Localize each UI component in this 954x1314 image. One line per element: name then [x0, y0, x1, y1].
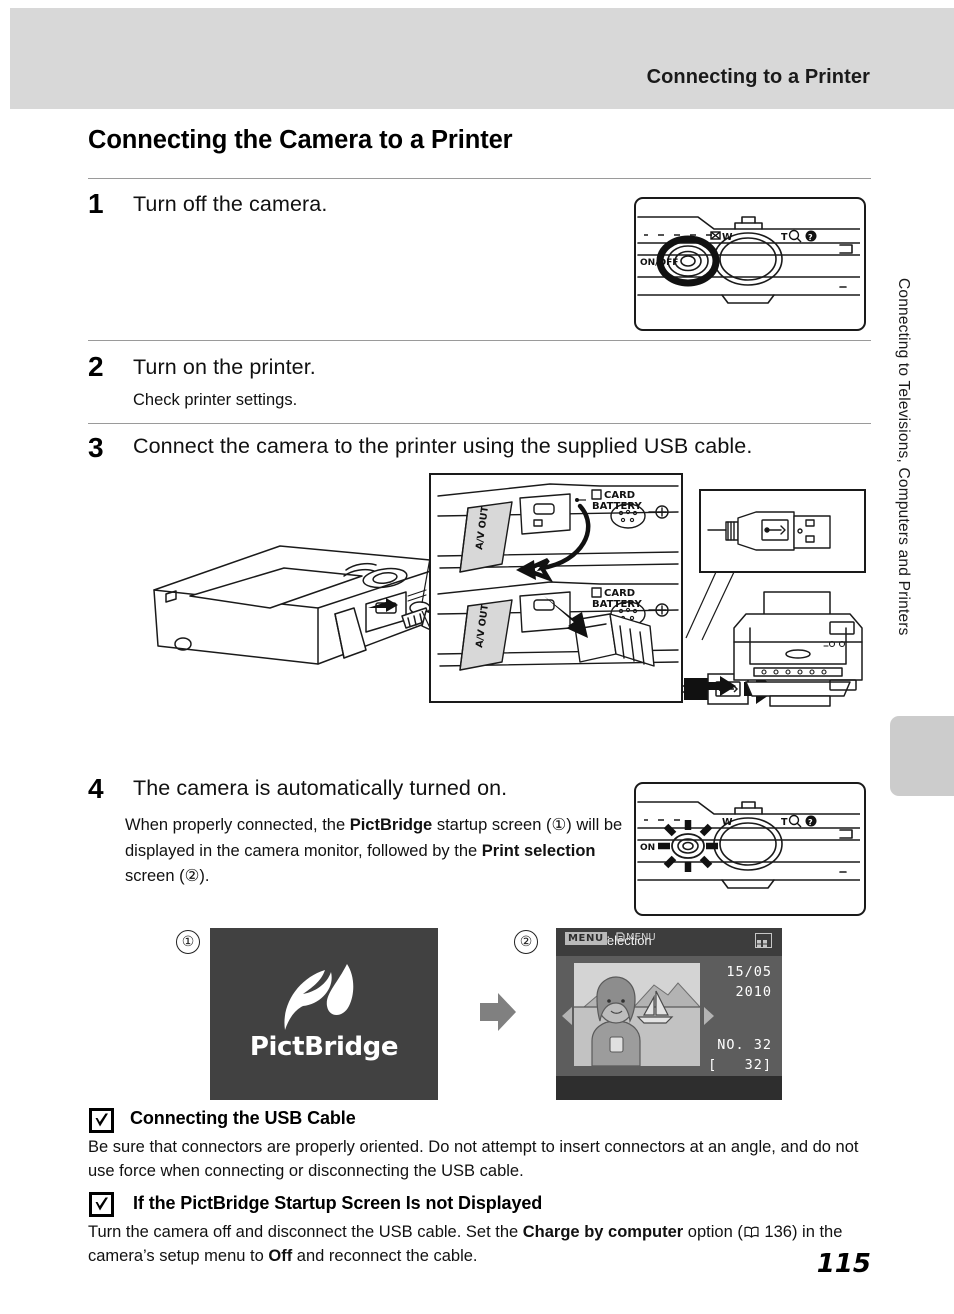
menu-separator: : [605, 932, 612, 945]
page-header-bar [10, 8, 954, 109]
note-1-heading: Connecting the USB Cable [130, 1108, 356, 1128]
pictbridge-startup-screen: PictBridge [210, 928, 438, 1100]
svg-text:T: T [781, 817, 788, 828]
photo-number: NO. 32[ 32] [708, 1037, 772, 1073]
pictbridge-wordmark: PictBridge [249, 1032, 399, 1062]
svg-text:CARD: CARD [604, 490, 635, 501]
print-menu-label[interactable]: MENU [615, 931, 656, 943]
step-2-body: Check printer settings. [133, 391, 298, 409]
running-title: Connecting to a Printer [646, 66, 870, 88]
svg-text:ON: ON [640, 843, 655, 853]
step-1-title: Turn off the camera. [133, 192, 328, 216]
step-4-number: 4 [88, 773, 104, 804]
svg-text:ON/OFF: ON/OFF [640, 258, 678, 268]
previous-image-arrow-icon[interactable] [562, 1007, 572, 1025]
step-2-title: Turn on the printer. [133, 355, 316, 379]
print-selection-screen: Print selection 15/05 2010 NO. 32 [32] … [556, 928, 782, 1100]
caution-check-icon [89, 1108, 114, 1133]
manual-page: Connecting to a Printer Connecting to Te… [0, 0, 954, 1314]
step-2-number: 2 [88, 351, 104, 382]
step-4-title: The camera is automatically turned on. [133, 776, 508, 800]
note-1-body: Be sure that connectors are properly ori… [88, 1138, 859, 1181]
svg-text:BATTERY: BATTERY [592, 501, 642, 512]
step-3-title: Connect the camera to the printer using … [133, 434, 753, 458]
step-4-body: When properly connected, the PictBridge … [125, 816, 623, 886]
menu-button-badge[interactable]: MENU [565, 932, 607, 945]
photo-date: 15/05 2010 [726, 964, 772, 1000]
page-title: Connecting the Camera to a Printer [88, 126, 513, 154]
note-2-heading: If the PictBridge Startup Screen Is not … [133, 1193, 543, 1213]
svg-text:T: T [781, 232, 788, 243]
step-1-number: 1 [88, 188, 104, 219]
caution-check-icon [89, 1192, 114, 1217]
usb-connection-diagram: CARD BATTERY A/V OUT CARD BATTERY A/V OU… [130, 468, 920, 760]
next-image-arrow-icon[interactable] [704, 1007, 714, 1025]
svg-text:W: W [722, 817, 733, 828]
photo-thumbnail[interactable] [574, 963, 700, 1066]
divider-rule [88, 423, 871, 424]
camera-top-illustration-on: ON W T ? [634, 782, 866, 916]
print-screen-bottombar [556, 1076, 782, 1100]
page-number: 115 [816, 1249, 871, 1279]
flow-arrow-icon [478, 991, 518, 1033]
thumbnail-grid-icon[interactable] [755, 933, 772, 948]
callout-1: ① [176, 930, 200, 954]
step-3-number: 3 [88, 432, 104, 463]
divider-rule [88, 178, 871, 179]
divider-rule [88, 340, 871, 341]
svg-text:?: ? [808, 233, 813, 242]
svg-text:CARD: CARD [604, 588, 635, 599]
callout-2: ② [514, 930, 538, 954]
svg-text:BATTERY: BATTERY [592, 599, 642, 610]
camera-top-illustration-off: ON/OFF W T ? [634, 197, 866, 331]
page-reference-icon [744, 1226, 759, 1238]
svg-text:W: W [722, 232, 733, 243]
pictbridge-logo-icon [210, 960, 438, 1037]
svg-text:?: ? [808, 818, 813, 827]
note-2-body: Turn the camera off and disconnect the U… [88, 1223, 843, 1266]
